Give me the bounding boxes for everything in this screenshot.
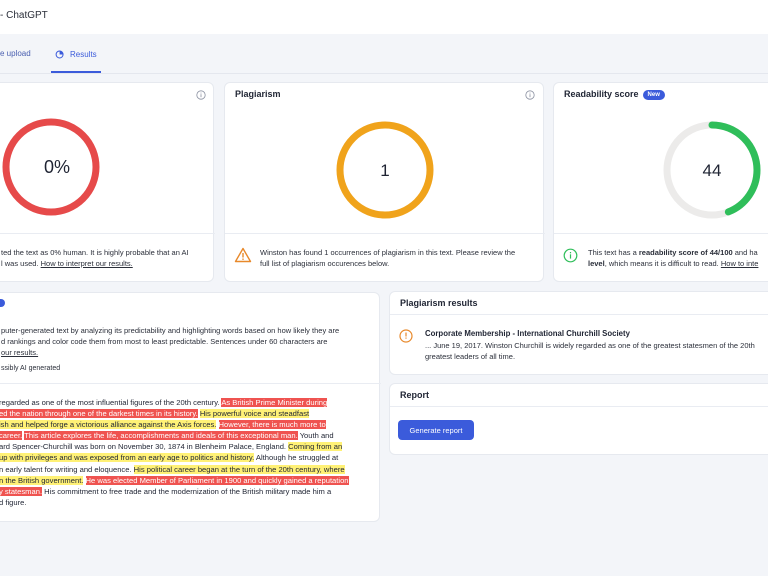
- divider: [554, 233, 768, 234]
- tab-upload-label: e upload: [0, 49, 31, 58]
- readability-title-text: Readability score: [564, 89, 639, 99]
- readability-score-value: 44: [703, 161, 722, 180]
- description-line: puter-generated text by analyzing its pr…: [1, 326, 340, 335]
- interpret-results-link[interactable]: How to inte: [721, 259, 759, 268]
- ai-highlight-red: He was elected Member of Parliament in 1…: [85, 475, 349, 485]
- ai-score-value: 0%: [44, 157, 70, 177]
- readability-note-bold: level: [588, 259, 605, 268]
- text-line: n the British government. He was elected…: [0, 475, 375, 486]
- ai-highlight-red: ed the nation through one of the darkest…: [0, 409, 198, 419]
- snippet-line: ... June 19, 2017. Winston Churchill is …: [425, 341, 755, 350]
- text-line: n early talent for writing and eloquence…: [0, 464, 375, 475]
- divider: [390, 406, 768, 407]
- text-line: y statesman. His commitment to free trad…: [0, 486, 375, 497]
- readability-note: This text has a readability score of 44/…: [588, 247, 768, 269]
- readability-card-title: Readability score New: [564, 89, 665, 100]
- readability-note-text: This text has a: [588, 248, 639, 257]
- text-segment: His commitment to free trade and the mod…: [42, 486, 332, 496]
- text-line: ard Spencer-Churchill was born on Novemb…: [0, 441, 375, 452]
- ai-highlight-red: This article explores the life, accompli…: [24, 431, 298, 441]
- interpret-results-link[interactable]: our results.: [1, 348, 38, 357]
- ai-note: ted the text as 0% human. It is highly p…: [1, 247, 211, 269]
- window-titlebar: - ChatGPT: [0, 0, 768, 34]
- text-line: up with privileges and was exposed from …: [0, 452, 375, 463]
- snippet-line: greatest leaders of all time.: [425, 352, 516, 361]
- ai-highlight-red: As British Prime Minister during: [221, 398, 328, 407]
- plagiarism-snippet: ... June 19, 2017. Winston Churchill is …: [425, 340, 768, 362]
- plagiarism-count: 1: [380, 161, 389, 180]
- divider: [0, 233, 215, 234]
- info-icon[interactable]: [196, 90, 206, 100]
- plagiarism-note-line: Winston has found 1 occurrences of plagi…: [260, 248, 516, 257]
- plagiarism-source-title[interactable]: Corporate Membership - International Chu…: [425, 329, 630, 338]
- text-line: regarded as one of the most influential …: [0, 397, 375, 408]
- text-line: d figure.: [0, 497, 375, 508]
- readability-note-text: , which means it is difficult to read.: [604, 259, 719, 268]
- text-line: ish and helped forge a victorious allian…: [0, 419, 375, 430]
- plagiarism-results-card: Plagiarism results Corporate Membership …: [389, 291, 768, 375]
- ai-note-line: ted the text as 0% human. It is highly p…: [1, 248, 189, 257]
- ai-detection-card: 0% ted the text as 0% human. It is highl…: [0, 82, 215, 282]
- text-segment: regarded as one of the most influential …: [0, 398, 222, 407]
- ai-score-ring: 0%: [2, 118, 100, 216]
- new-badge: New: [642, 90, 665, 100]
- text-segment: Youth and: [297, 431, 334, 441]
- tab-results-label: Results: [70, 50, 97, 59]
- readability-card: Readability score New 44 This text has a …: [553, 82, 768, 282]
- generate-report-button[interactable]: Generate report: [398, 420, 474, 440]
- warning-icon: [234, 247, 252, 263]
- analyzed-text: regarded as one of the most influential …: [0, 397, 375, 508]
- plagiarism-note-line: full list of plagiarism occurences below…: [260, 259, 390, 268]
- ai-highlight-red: However, there is much more to: [218, 420, 326, 430]
- divider: [0, 383, 381, 384]
- readability-note-bold: readability score of 44/100: [638, 248, 733, 257]
- plagiarism-ring: 1: [336, 121, 434, 219]
- readability-info-icon: [563, 248, 578, 263]
- divider: [225, 233, 545, 234]
- plagiarism-card: Plagiarism 1 Winston has found 1 occurre…: [224, 82, 545, 282]
- info-icon[interactable]: [525, 90, 535, 100]
- plagiarism-note: Winston has found 1 occurrences of plagi…: [260, 247, 540, 269]
- plagiarism-results-title: Plagiarism results: [400, 298, 478, 308]
- tab-results[interactable]: Results: [51, 49, 101, 73]
- legend-label: ssibly AI generated: [1, 365, 61, 372]
- clock-icon: [399, 329, 413, 343]
- ai-highlight-yellow: ish and helped forge a victorious allian…: [0, 420, 217, 430]
- tab-upload[interactable]: e upload: [0, 49, 31, 73]
- text-line: ed the nation through one of the darkest…: [0, 408, 375, 419]
- ai-highlight-yellow: up with privileges and was exposed from …: [0, 453, 255, 463]
- results-icon: [55, 50, 64, 59]
- tabs-bar: e upload Results: [0, 34, 768, 74]
- ai-highlight-red: career.: [0, 431, 23, 441]
- report-title: Report: [400, 390, 429, 400]
- ai-highlight-yellow: His political career began at the turn o…: [133, 464, 345, 474]
- ai-note-line: l was used.: [1, 259, 39, 268]
- text-segment: Although he struggled at: [254, 453, 339, 463]
- text-segment: n early talent for writing and eloquence…: [0, 464, 134, 474]
- ai-highlight-red: y statesman.: [0, 486, 43, 496]
- text-segment: d figure.: [0, 497, 27, 507]
- ai-highlight-yellow: His powerful voice and steadfast: [199, 409, 310, 419]
- description-line: d rankings and color code them from most…: [1, 337, 328, 346]
- plagiarism-card-title: Plagiarism: [235, 89, 281, 99]
- window-title: - ChatGPT: [0, 10, 48, 21]
- ai-highlight-yellow: Coming from an: [288, 442, 343, 452]
- readability-note-text: and ha: [732, 248, 758, 257]
- text-segment: ard Spencer-Churchill was born on Novemb…: [0, 442, 289, 452]
- interpret-results-link[interactable]: How to interpret our results.: [41, 259, 133, 268]
- report-card: Report Generate report: [389, 383, 768, 455]
- divider: [390, 314, 768, 315]
- ai-highlight-yellow: n the British government.: [0, 475, 84, 485]
- text-line: career. This article explores the life, …: [0, 430, 375, 441]
- ai-badge: [0, 299, 5, 307]
- analysis-description: puter-generated text by analyzing its pr…: [1, 325, 371, 358]
- text-analysis-card: puter-generated text by analyzing its pr…: [0, 292, 381, 522]
- active-tab-indicator: [51, 71, 101, 73]
- readability-ring: 44: [663, 121, 761, 219]
